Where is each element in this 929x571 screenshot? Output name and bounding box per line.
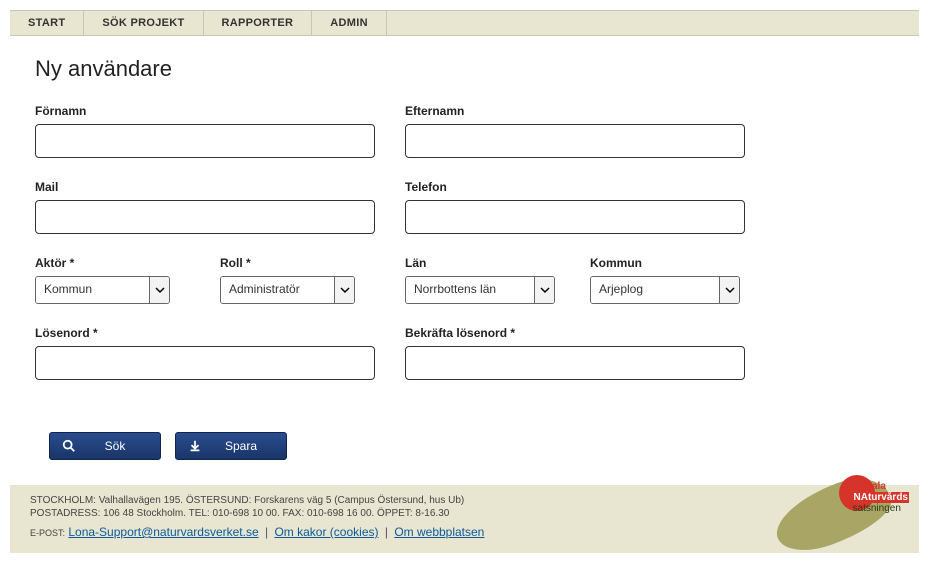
roll-label: Roll * — [220, 256, 405, 270]
lan-value: Norrbottens län — [406, 277, 534, 303]
nav-admin[interactable]: ADMIN — [312, 11, 387, 35]
separator: | — [265, 525, 268, 539]
efternamn-label: Efternamn — [405, 104, 775, 118]
aktor-select[interactable]: Kommun — [35, 276, 170, 304]
losenord-label: Lösenord * — [35, 326, 405, 340]
search-icon — [62, 439, 76, 453]
aktor-value: Kommun — [36, 277, 149, 303]
page-title: Ny användare — [35, 56, 894, 82]
top-nav: START SÖK PROJEKT RAPPORTER ADMIN — [10, 10, 919, 36]
roll-value: Administratör — [221, 277, 334, 303]
roll-select[interactable]: Administratör — [220, 276, 355, 304]
bekrafta-input[interactable] — [405, 346, 745, 380]
sok-button[interactable]: Sök — [49, 432, 161, 460]
chevron-down-icon — [534, 277, 554, 303]
chevron-down-icon — [719, 277, 739, 303]
footer-address-1: STOCKHOLM: Valhallavägen 195. ÖSTERSUND:… — [30, 495, 899, 506]
bekrafta-label: Bekräfta lösenord * — [405, 326, 775, 340]
content-area: Ny användare Förnamn Efternamn Mail Tele… — [0, 36, 929, 485]
spara-button-label: Spara — [216, 439, 266, 453]
mail-label: Mail — [35, 180, 405, 194]
nav-sok-projekt[interactable]: SÖK PROJEKT — [84, 11, 203, 35]
footer-email-link[interactable]: Lona-Support@naturvardsverket.se — [68, 525, 258, 539]
efternamn-input[interactable] — [405, 124, 745, 158]
sok-button-label: Sök — [90, 439, 140, 453]
logo-line3: satsningen — [853, 503, 909, 514]
nav-start[interactable]: START — [10, 11, 84, 35]
nav-rapporter[interactable]: RAPPORTER — [204, 11, 313, 35]
kommun-label: Kommun — [590, 256, 775, 270]
spara-button[interactable]: Spara — [175, 432, 287, 460]
download-icon — [188, 439, 202, 453]
chevron-down-icon — [149, 277, 169, 303]
logo-text: LOkala NAturvårds satsningen — [853, 481, 909, 514]
mail-input[interactable] — [35, 200, 375, 234]
footer-address-2: POSTADRESS: 106 48 Stockholm. TEL: 010-6… — [30, 508, 899, 519]
aktor-label: Aktör * — [35, 256, 220, 270]
logo-line1: LOkala — [853, 481, 886, 492]
footer-logo: LOkala NAturvårds satsningen — [773, 473, 913, 548]
lan-select[interactable]: Norrbottens län — [405, 276, 555, 304]
footer-about-link[interactable]: Om webbplatsen — [394, 525, 484, 539]
epost-label: E-POST: — [30, 528, 65, 538]
telefon-input[interactable] — [405, 200, 745, 234]
separator: | — [385, 525, 388, 539]
logo-line2: NAturvårds — [853, 492, 909, 503]
fornamn-label: Förnamn — [35, 104, 405, 118]
fornamn-input[interactable] — [35, 124, 375, 158]
chevron-down-icon — [334, 277, 354, 303]
footer-cookies-link[interactable]: Om kakor (cookies) — [274, 525, 378, 539]
losenord-input[interactable] — [35, 346, 375, 380]
lan-label: Län — [405, 256, 590, 270]
telefon-label: Telefon — [405, 180, 775, 194]
kommun-value: Arjeplog — [591, 277, 719, 303]
footer: STOCKHOLM: Valhallavägen 195. ÖSTERSUND:… — [10, 485, 919, 553]
kommun-select[interactable]: Arjeplog — [590, 276, 740, 304]
